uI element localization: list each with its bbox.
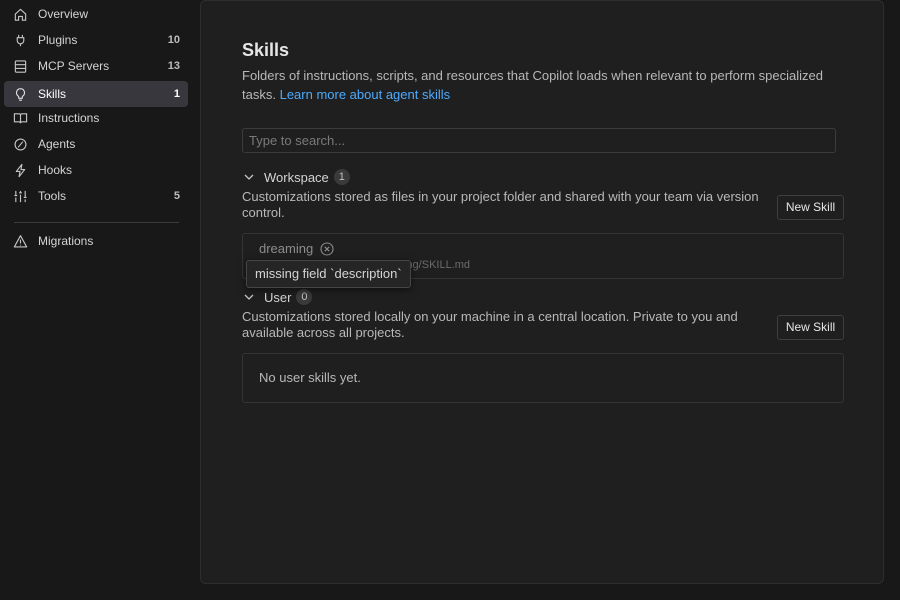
sidebar-item-plugins[interactable]: Plugins 10	[4, 27, 188, 53]
section-label: User	[264, 289, 292, 305]
section-label: Workspace	[264, 169, 329, 185]
skill-path: ing/SKILL.md	[404, 259, 471, 271]
skills-panel: Skills Folders of instructions, scripts,…	[200, 0, 884, 584]
page-description: Folders of instructions, scripts, and re…	[242, 66, 842, 104]
tools-icon	[12, 188, 28, 204]
home-icon	[12, 6, 28, 22]
sidebar-item-tools[interactable]: Tools 5	[4, 183, 188, 209]
sidebar-item-agents[interactable]: Agents	[4, 131, 188, 157]
warning-icon	[12, 233, 28, 249]
sidebar-item-label: Agents	[38, 137, 76, 151]
sidebar-item-skills[interactable]: Skills 1	[4, 81, 188, 107]
sidebar-item-count: 5	[173, 190, 180, 202]
user-section-toggle[interactable]: User 0	[242, 288, 313, 306]
server-icon	[12, 58, 28, 74]
lightbulb-icon	[12, 86, 28, 102]
chevron-down-icon	[242, 290, 256, 304]
book-icon	[12, 110, 28, 126]
sidebar-item-label: Plugins	[38, 33, 78, 47]
sidebar-item-count: 10	[167, 34, 180, 46]
count-badge: 0	[296, 289, 313, 305]
sidebar-divider	[14, 222, 179, 223]
workspace-description: Customizations stored as files in your p…	[242, 189, 759, 220]
learn-more-link[interactable]: Learn more about agent skills	[280, 87, 451, 102]
sidebar-item-hooks[interactable]: Hooks	[4, 157, 188, 183]
new-workspace-skill-button[interactable]: New Skill	[777, 195, 844, 220]
sidebar: Overview Plugins 10 MCP Servers 13 Skill…	[0, 0, 200, 600]
sidebar-item-count: 1	[173, 88, 180, 100]
page-title: Skills	[242, 40, 290, 60]
bolt-icon	[12, 162, 28, 178]
sidebar-item-overview[interactable]: Overview	[4, 1, 188, 27]
plug-icon	[12, 32, 28, 48]
error-tooltip: missing field `description`	[246, 260, 411, 288]
workspace-section-toggle[interactable]: Workspace 1	[242, 168, 350, 186]
count-badge: 1	[333, 169, 350, 185]
sidebar-item-label: Overview	[38, 7, 89, 21]
user-skills-card: No user skills yet.	[242, 353, 844, 403]
sidebar-item-label: Hooks	[38, 163, 73, 177]
sidebar-item-label: Tools	[38, 189, 67, 203]
sidebar-item-mcp-servers[interactable]: MCP Servers 13	[4, 53, 188, 79]
error-circle-icon[interactable]	[320, 242, 334, 256]
skill-name[interactable]: dreaming	[259, 241, 313, 256]
sidebar-item-migrations[interactable]: Migrations	[4, 228, 188, 254]
chevron-down-icon	[242, 170, 256, 184]
sidebar-item-instructions[interactable]: Instructions	[4, 105, 188, 131]
agent-icon	[12, 136, 28, 152]
sidebar-item-label: Migrations	[38, 234, 94, 248]
search-input[interactable]	[242, 128, 836, 153]
empty-state-text: No user skills yet.	[259, 370, 361, 385]
user-description: Customizations stored locally on your ma…	[242, 309, 738, 340]
app-root: Overview Plugins 10 MCP Servers 13 Skill…	[0, 0, 900, 600]
new-user-skill-button[interactable]: New Skill	[777, 315, 844, 340]
sidebar-item-label: MCP Servers	[38, 59, 110, 73]
sidebar-item-label: Instructions	[38, 111, 100, 125]
sidebar-item-count: 13	[167, 60, 180, 72]
sidebar-item-label: Skills	[38, 87, 67, 101]
